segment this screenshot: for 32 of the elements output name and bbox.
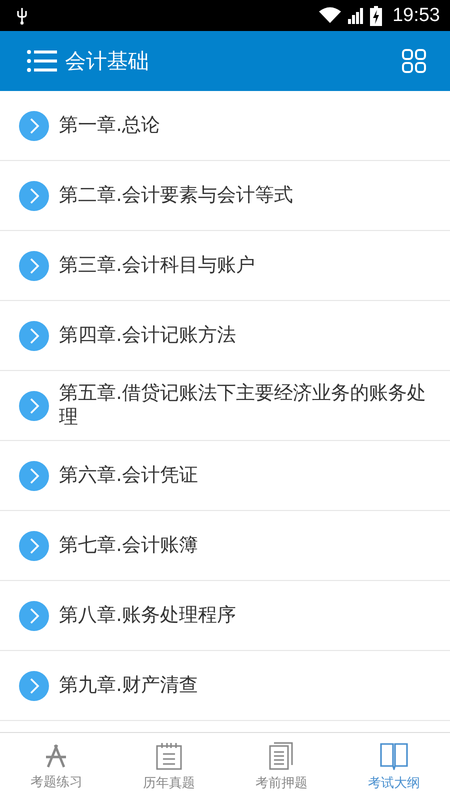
nav-tab[interactable]: 考前押题 [225,733,338,800]
chevron-circle-icon [19,250,49,280]
notepad-icon [154,742,183,770]
documents-icon [268,742,294,770]
chapter-item[interactable]: 第五章.借贷记账法下主要经济业务的账务处理 [0,371,450,441]
chevron-circle-icon [19,460,49,490]
signal-icon [347,7,364,24]
chevron-circle-icon [19,320,49,350]
chapter-item[interactable]: 第三章.会计科目与账户 [0,231,450,301]
chevron-circle-icon [19,110,49,140]
menu-icon[interactable] [27,49,57,73]
page-title: 会计基础 [65,48,149,75]
chevron-circle-icon [19,390,49,420]
grid-icon[interactable] [402,49,426,73]
chapter-item[interactable]: 第七章.会计账簿 [0,511,450,581]
chapter-item[interactable]: 第四章.会计记账方法 [0,301,450,371]
wifi-icon [319,7,342,24]
chevron-circle-icon [19,600,49,630]
nav-tab[interactable]: 历年真题 [112,733,225,800]
chapter-item[interactable]: 第二章.会计要素与会计等式 [0,161,450,231]
chapter-item[interactable]: 第八章.账务处理程序 [0,581,450,651]
chevron-circle-icon [19,670,49,700]
nav-tab[interactable]: 考题练习 [0,733,112,800]
chapter-item[interactable]: 第九章.财产清查 [0,651,450,721]
book-icon [378,742,409,770]
usb-icon [16,6,28,24]
battery-icon [370,6,382,26]
chapter-item[interactable]: 第六章.会计凭证 [0,441,450,511]
chevron-circle-icon [19,530,49,560]
chevron-circle-icon [19,180,49,210]
clock: 19:53 [392,4,440,26]
chapter-item[interactable]: 第一章.总论 [0,91,450,161]
